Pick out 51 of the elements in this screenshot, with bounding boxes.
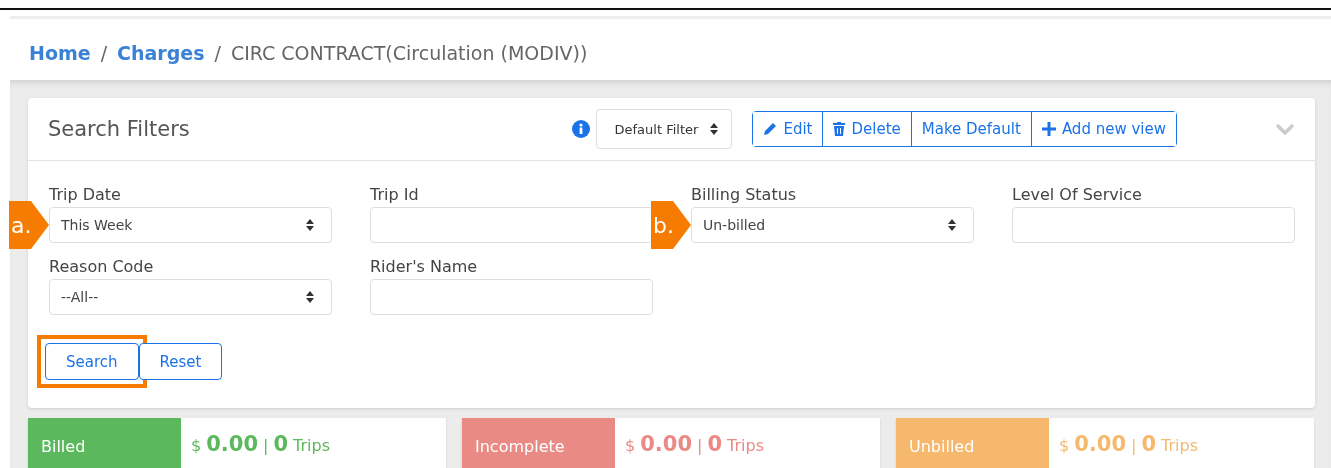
- info-icon[interactable]: [572, 120, 591, 138]
- trips-label: Trips: [727, 436, 764, 455]
- form-button[interactable]: Reset: [138, 343, 223, 380]
- field-label: Level Of Service: [1012, 185, 1143, 204]
- select-field[interactable]: This Week: [49, 207, 332, 243]
- field-label: Billing Status: [691, 185, 798, 204]
- select-field[interactable]: --All--: [49, 279, 332, 315]
- sort-icon: [305, 290, 315, 304]
- amount-value: 0.00: [1074, 432, 1126, 456]
- currency-sign: $: [1059, 436, 1070, 455]
- pencil-icon: [763, 122, 778, 136]
- trip-count: 0: [1141, 432, 1157, 456]
- plus-icon: [1041, 122, 1056, 136]
- panel-title: Search Filters: [48, 117, 190, 141]
- breadcrumb-link[interactable]: Charges: [117, 41, 205, 64]
- sort-icon: [305, 218, 315, 232]
- breadcrumb-separator: /: [214, 41, 221, 64]
- input-field[interactable]: [370, 207, 653, 243]
- field-label: Reason Code: [49, 257, 155, 276]
- toolbar-button[interactable]: Add new view: [1030, 112, 1176, 146]
- form-button[interactable]: Search: [45, 343, 139, 380]
- select-field[interactable]: Un-billed: [691, 207, 974, 243]
- field-label: Trip Date: [49, 185, 122, 204]
- trips-label: Trips: [293, 436, 330, 455]
- breadcrumb-separator: /: [100, 41, 108, 64]
- value-separator: |: [1131, 436, 1137, 455]
- trash-icon: [833, 122, 846, 136]
- trip-count: 0: [707, 432, 723, 456]
- field-label: Trip Id: [370, 185, 420, 204]
- breadcrumb-link[interactable]: Home: [29, 41, 91, 64]
- trips-label: Trips: [1161, 436, 1198, 455]
- value-separator: |: [263, 436, 269, 455]
- chevron-down-icon[interactable]: [1275, 123, 1295, 135]
- callout-marker: b.: [651, 201, 691, 249]
- trip-count: 0: [273, 432, 289, 456]
- sort-icon: [709, 122, 720, 136]
- sort-icon: [947, 218, 957, 232]
- status-label: Incomplete: [462, 418, 615, 468]
- field-label: Rider's Name: [370, 257, 479, 276]
- status-label: Unbilled: [896, 418, 1049, 468]
- view-select[interactable]: Default Filter: [596, 109, 733, 149]
- currency-sign: $: [625, 436, 636, 455]
- status-label: Billed: [28, 418, 181, 468]
- callout-marker: a.: [9, 201, 49, 249]
- amount-value: 0.00: [640, 432, 692, 456]
- currency-sign: $: [191, 436, 202, 455]
- breadcrumb-current: CIRC CONTRACT(Circulation (MODIV)): [230, 41, 588, 64]
- value-separator: |: [697, 436, 703, 455]
- input-field[interactable]: [1012, 207, 1295, 243]
- input-field[interactable]: [370, 279, 653, 315]
- amount-value: 0.00: [206, 432, 258, 456]
